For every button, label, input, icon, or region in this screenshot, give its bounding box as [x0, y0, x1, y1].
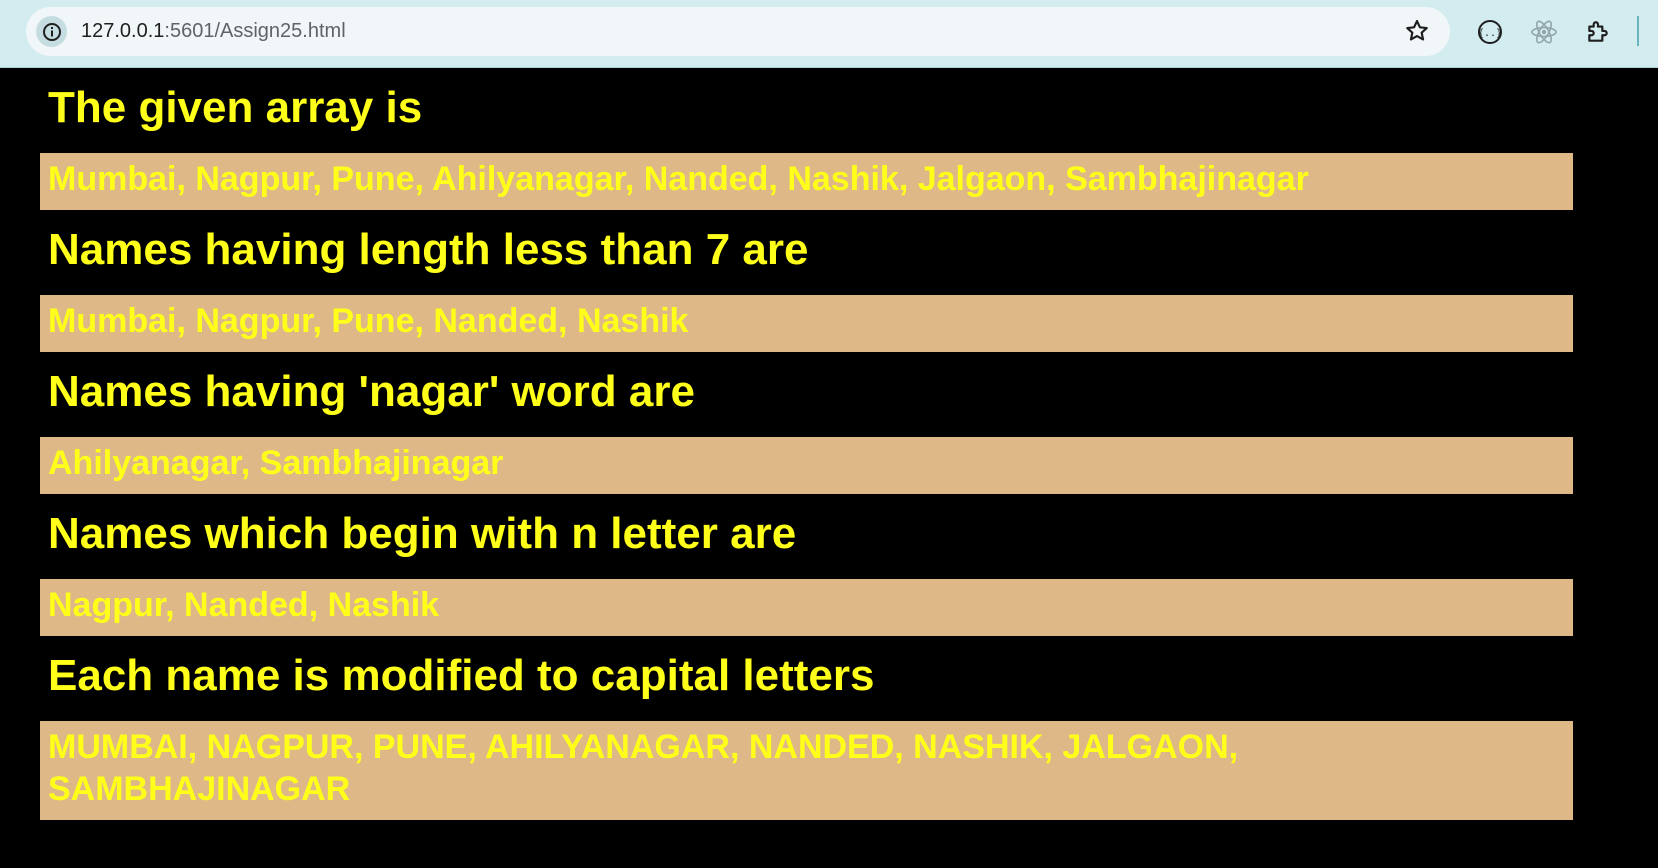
box-begin-with-n: Nagpur, Nanded, Nashik [40, 579, 1573, 636]
react-devtools-icon[interactable] [1530, 18, 1558, 46]
extensions-puzzle-icon[interactable] [1584, 18, 1612, 46]
page-content: The given array is Mumbai, Nagpur, Pune,… [0, 69, 1658, 868]
url-path: :5601/Assign25.html [164, 20, 346, 42]
url-text[interactable]: 127.0.0.1:5601/Assign25.html [81, 20, 346, 43]
svg-text:{..}: {..} [1478, 28, 1502, 39]
url-host: 127.0.0.1 [81, 20, 165, 42]
heading-nagar-word: Names having 'nagar' word are [48, 367, 695, 416]
address-bar[interactable]: 127.0.0.1:5601/Assign25.html [26, 7, 1450, 56]
site-info-icon[interactable] [36, 16, 67, 47]
extension-devtools-icon[interactable]: {..} [1476, 18, 1504, 46]
box-capital-letters: MUMBAI, NAGPUR, PUNE, AHILYANAGAR, NANDE… [40, 721, 1573, 820]
browser-toolbar: 127.0.0.1:5601/Assign25.html {..} [0, 0, 1658, 68]
heading-length-less-than-7: Names having length less than 7 are [48, 225, 809, 274]
box-length-less-than-7: Mumbai, Nagpur, Pune, Nanded, Nashik [40, 295, 1573, 352]
heading-capital-letters: Each name is modified to capital letters [48, 651, 875, 700]
heading-given-array: The given array is [48, 83, 423, 132]
toolbar-divider [1637, 16, 1639, 46]
box-given-array: Mumbai, Nagpur, Pune, Ahilyanagar, Nande… [40, 153, 1573, 210]
bookmark-star-icon[interactable] [1404, 18, 1430, 44]
heading-begin-with-n: Names which begin with n letter are [48, 509, 797, 558]
box-nagar-word: Ahilyanagar, Sambhajinagar [40, 437, 1573, 494]
